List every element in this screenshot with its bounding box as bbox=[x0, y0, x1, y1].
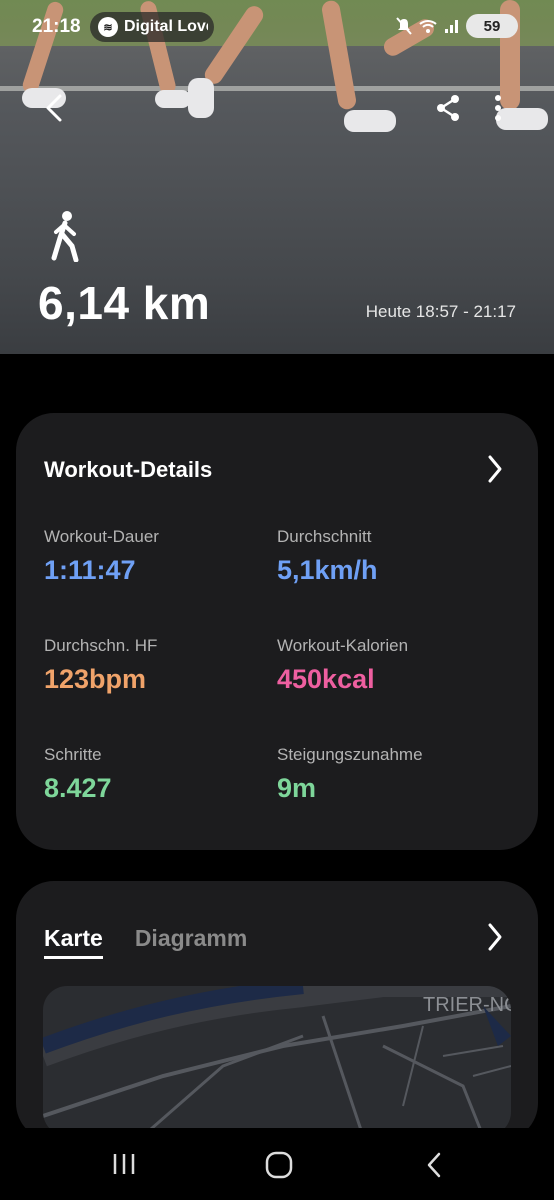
chevron-right-icon[interactable] bbox=[486, 453, 504, 485]
home-icon[interactable] bbox=[264, 1150, 294, 1180]
workout-details-title: Workout-Details bbox=[44, 457, 213, 482]
stat-label: Durchschn. HF bbox=[44, 636, 158, 655]
mute-icon bbox=[396, 17, 412, 35]
now-playing-title: Digital Love bbox=[124, 18, 208, 35]
map-card: Karte Diagramm TRIER-NO bbox=[16, 881, 538, 1141]
stat-elevation-gain: Steigungszunahme 9m bbox=[277, 745, 423, 804]
runner-shoe bbox=[344, 110, 396, 132]
workout-distance: 6,14 km bbox=[38, 277, 211, 329]
stat-value: 1:11:47 bbox=[44, 555, 136, 585]
workout-details-card[interactable]: Workout-Details Workout-Dauer 1:11:47 Du… bbox=[16, 413, 538, 850]
stat-label: Workout-Kalorien bbox=[277, 636, 409, 655]
stat-average-heart-rate: Durchschn. HF 123bpm bbox=[44, 636, 157, 695]
more-vertical-icon[interactable] bbox=[490, 92, 506, 124]
runner-shoe bbox=[188, 78, 214, 118]
status-bar: 21:18 ≋ Digital Love 59 bbox=[0, 12, 554, 44]
stat-workout-duration: Workout-Dauer 1:11:47 bbox=[44, 527, 159, 586]
signal-icon bbox=[445, 20, 458, 33]
tab-diagramm[interactable]: Diagramm bbox=[135, 925, 247, 959]
stat-value: 9m bbox=[277, 773, 317, 803]
map-place-label: TRIER-NO bbox=[423, 994, 511, 1016]
stat-value: 123bpm bbox=[44, 664, 147, 694]
walking-icon bbox=[51, 211, 79, 262]
runner-shoe bbox=[155, 90, 191, 108]
back-icon[interactable] bbox=[422, 1150, 446, 1180]
stat-label: Workout-Dauer bbox=[44, 527, 159, 546]
spotify-icon: ≋ bbox=[98, 17, 118, 37]
status-icons: 59 bbox=[396, 14, 518, 38]
recent-apps-icon[interactable] bbox=[110, 1150, 138, 1178]
status-time: 21:18 bbox=[32, 16, 81, 37]
stat-workout-calories: Workout-Kalorien 450kcal bbox=[277, 636, 408, 695]
stat-value: 5,1km/h bbox=[277, 555, 378, 585]
wifi-icon bbox=[419, 20, 437, 33]
share-icon[interactable] bbox=[434, 92, 462, 124]
chevron-left-icon[interactable] bbox=[42, 92, 66, 124]
hero-road-line bbox=[0, 86, 554, 91]
stat-label: Durchschnitt bbox=[277, 527, 372, 546]
map-tabs: Karte Diagramm bbox=[44, 925, 247, 959]
stat-average-speed: Durchschnitt 5,1km/h bbox=[277, 527, 378, 586]
stat-label: Steigungszunahme bbox=[277, 745, 423, 764]
stat-value: 8.427 bbox=[44, 773, 112, 803]
stat-steps: Schritte 8.427 bbox=[44, 745, 112, 804]
chevron-right-icon[interactable] bbox=[486, 921, 504, 953]
battery-icon: 59 bbox=[466, 14, 518, 38]
now-playing-pill[interactable]: ≋ Digital Love bbox=[90, 12, 214, 42]
tab-karte[interactable]: Karte bbox=[44, 925, 103, 959]
route-map[interactable]: TRIER-NO bbox=[43, 986, 511, 1136]
stat-label: Schritte bbox=[44, 745, 102, 764]
workout-time-range: Heute 18:57 - 21:17 bbox=[365, 302, 516, 321]
hero-image: 21:18 ≋ Digital Love 59 6,14 km Heute 18… bbox=[0, 0, 554, 354]
stat-value: 450kcal bbox=[277, 664, 375, 694]
system-nav-bar bbox=[0, 1128, 554, 1200]
